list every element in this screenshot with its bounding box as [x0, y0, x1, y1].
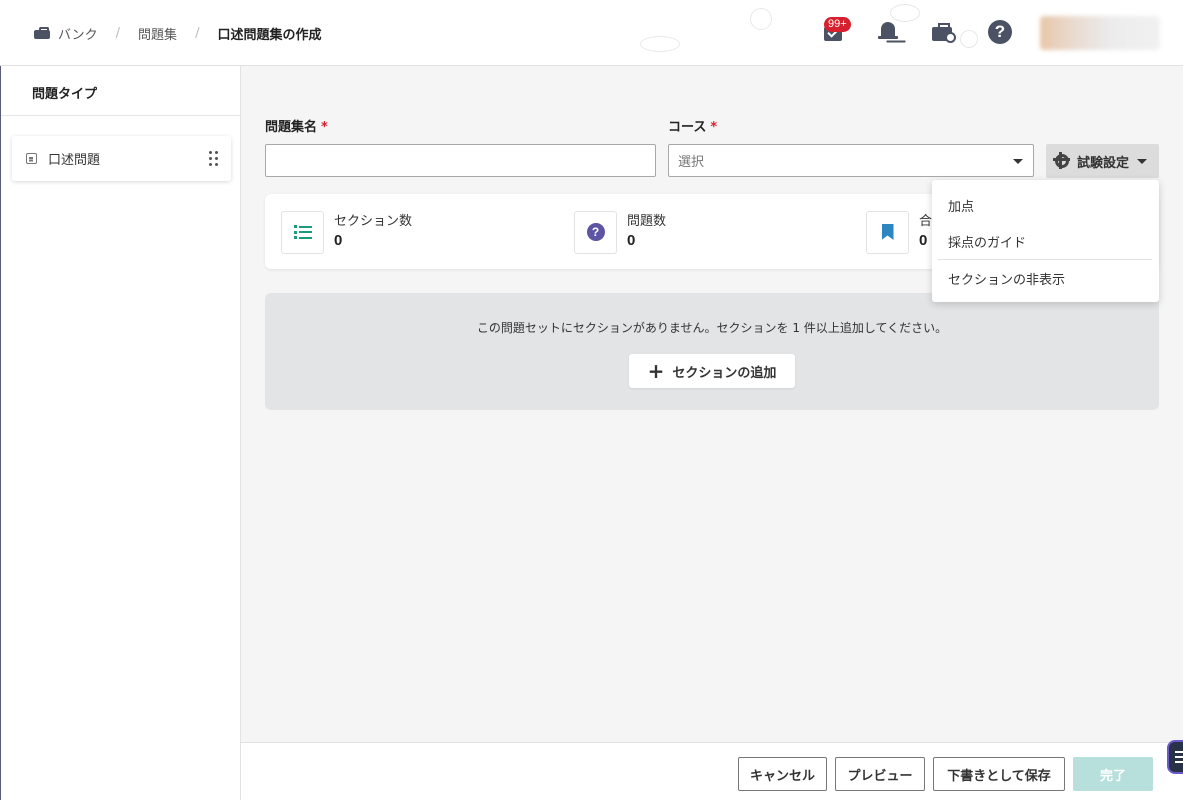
top-header: バンク / 問題集 / 口述問題集の作成 99+ ?: [0, 0, 1183, 66]
menu-item-grading-guide[interactable]: 採点のガイド: [948, 232, 1026, 251]
sections-empty-state: この問題セットにセクションがありません。セクションを 1 件以上追加してください…: [265, 293, 1159, 410]
sidebar-title: 問題タイプ: [32, 87, 98, 102]
stat-label: 合: [919, 214, 933, 229]
required-mark: *: [710, 120, 718, 135]
breadcrumb-bank[interactable]: バンク: [58, 24, 98, 43]
floating-widget-button[interactable]: [1167, 740, 1183, 774]
notification-count-badge: 99+: [824, 17, 851, 32]
breadcrumb-separator: /: [195, 25, 200, 41]
done-button[interactable]: 完了: [1073, 757, 1153, 791]
speech-bubble-icon: [26, 153, 37, 164]
stat-label: 問題数: [627, 214, 667, 229]
chevron-down-icon: [1137, 158, 1148, 164]
breadcrumb-separator: /: [115, 25, 121, 41]
course-label-text: コース: [668, 120, 707, 135]
question-type-sidebar: 問題タイプ 口述問題: [0, 66, 241, 800]
chevron-down-icon: [1013, 159, 1023, 164]
inbox-button[interactable]: 99+: [817, 17, 851, 47]
toolbox-icon: [34, 27, 50, 39]
course-field-label: コース *: [668, 116, 717, 135]
briefcase-clock-icon: [932, 21, 956, 43]
question-type-oral[interactable]: 口述問題: [12, 136, 231, 181]
exam-settings-label: 試験設定: [1077, 155, 1130, 171]
footer-action-bar: キャンセル プレビュー 下書きとして保存 完了: [241, 742, 1183, 800]
stat-sections: セクション数 0: [281, 210, 412, 254]
empty-sections-message: この問題セットにセクションがありません。セクションを 1 件以上追加してください…: [476, 321, 948, 335]
breadcrumb-current: 口述問題集の作成: [217, 27, 322, 43]
stat-value: 0: [627, 232, 636, 249]
drag-handle-icon[interactable]: [209, 151, 219, 167]
preview-button[interactable]: プレビュー: [835, 757, 925, 791]
menu-item-bonus-points[interactable]: 加点: [948, 196, 974, 215]
help-button[interactable]: ?: [985, 17, 1015, 47]
course-select[interactable]: 選択: [668, 144, 1034, 177]
exam-settings-menu: 加点 採点のガイド セクションの非表示: [932, 180, 1159, 302]
help-icon: ?: [988, 20, 1012, 44]
stat-value: 0: [919, 232, 928, 249]
pending-tasks-button[interactable]: [929, 17, 959, 47]
menu-item-hide-sections[interactable]: セクションの非表示: [948, 269, 1065, 288]
breadcrumb-question-sets[interactable]: 問題集: [138, 24, 177, 43]
question-set-name-input[interactable]: [265, 144, 656, 177]
stat-total: 合 0: [866, 210, 932, 254]
bookmark-icon: [866, 210, 909, 254]
menu-divider: [938, 259, 1152, 260]
name-label-text: 問題集名: [265, 120, 318, 135]
cancel-button[interactable]: キャンセル: [738, 757, 827, 791]
notifications-button[interactable]: [873, 17, 903, 47]
sidebar-divider: [1, 115, 241, 116]
add-section-label: セクションの追加: [672, 365, 777, 381]
add-section-button[interactable]: + セクションの追加: [629, 354, 795, 388]
bell-icon: [878, 20, 898, 44]
stat-questions: ? 問題数 0: [574, 210, 666, 254]
plus-icon: +: [647, 359, 665, 383]
required-mark: *: [321, 120, 328, 135]
breadcrumb: バンク / 問題集 / 口述問題集の作成: [34, 22, 321, 44]
stat-label: セクション数: [334, 214, 413, 229]
course-placeholder: 選択: [678, 155, 705, 170]
user-avatar-blurred[interactable]: [1040, 16, 1160, 50]
list-icon: [281, 210, 324, 254]
exam-settings-button[interactable]: 試験設定: [1046, 144, 1159, 178]
gear-icon: [1053, 152, 1070, 169]
question-type-label: 口述問題: [48, 153, 101, 168]
stat-value: 0: [334, 232, 343, 249]
save-draft-button[interactable]: 下書きとして保存: [933, 757, 1065, 791]
question-icon: ?: [574, 210, 617, 254]
name-field-label: 問題集名 *: [265, 116, 328, 135]
